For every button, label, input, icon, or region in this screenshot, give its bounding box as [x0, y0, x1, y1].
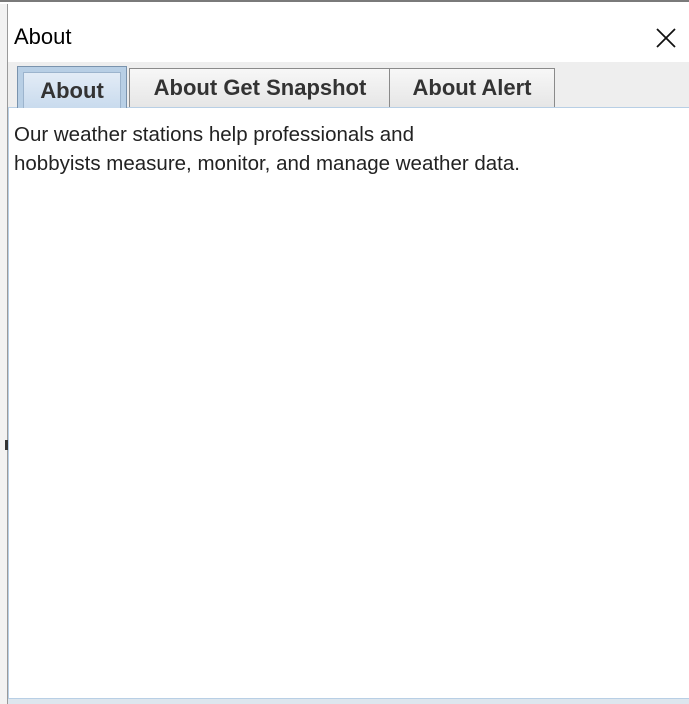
- about-description-line-1: Our weather stations help professionals …: [14, 123, 414, 146]
- tab-about-label: About: [23, 72, 121, 108]
- about-description-line-2: hobbyists measure, monitor, and manage w…: [14, 152, 520, 175]
- title-bar[interactable]: About: [8, 4, 689, 62]
- close-icon: [656, 28, 676, 48]
- window-title: About: [14, 24, 72, 49]
- tab-about-get-snapshot-label: About Get Snapshot: [153, 75, 367, 100]
- about-description: Our weather stations help professionals …: [14, 120, 674, 178]
- tab-about-alert[interactable]: About Alert: [389, 68, 555, 107]
- close-button[interactable]: [643, 18, 689, 58]
- tab-about[interactable]: About: [17, 66, 127, 108]
- tab-strip: About About Get Snapshot About Alert: [8, 62, 689, 108]
- tab-about-alert-label: About Alert: [412, 75, 532, 100]
- window-left-edge: [0, 4, 8, 704]
- window-bottom-edge: [8, 698, 689, 704]
- tab-about-get-snapshot[interactable]: About Get Snapshot: [129, 68, 391, 107]
- tab-content-panel: Our weather stations help professionals …: [8, 108, 689, 698]
- about-window: About About About Get Snapshot About Ale…: [0, 0, 689, 704]
